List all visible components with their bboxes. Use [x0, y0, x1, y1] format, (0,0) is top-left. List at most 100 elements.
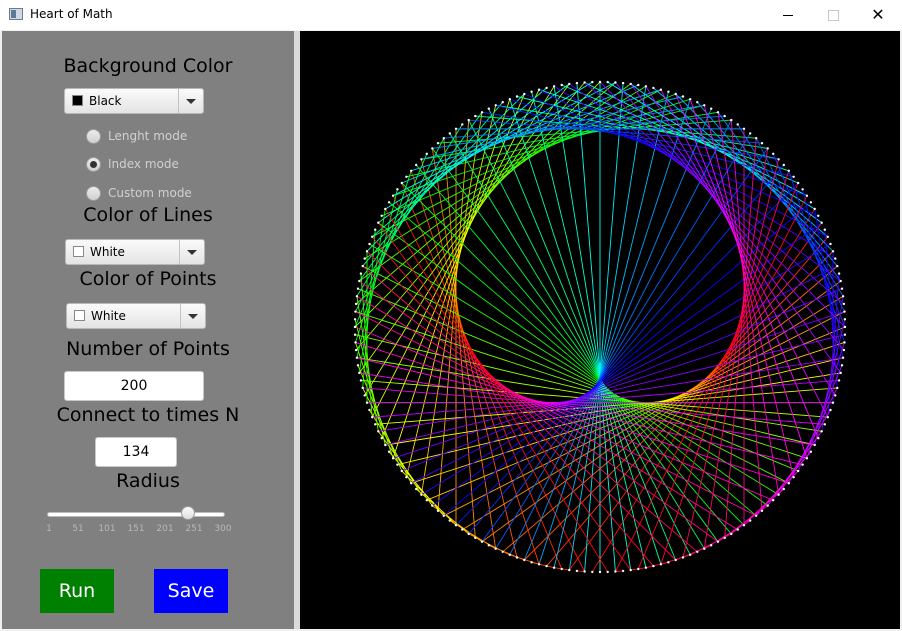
num-points-input[interactable]: 200: [64, 371, 204, 401]
circle-point: [431, 504, 434, 507]
connection-line: [388, 201, 757, 517]
circle-point: [425, 152, 428, 155]
chevron-down-icon[interactable]: [179, 240, 204, 264]
connection-line: [431, 148, 719, 542]
radio-circle[interactable]: [86, 129, 101, 144]
line-color-value: White: [90, 245, 125, 259]
run-button[interactable]: Run: [40, 569, 114, 613]
circle-point: [356, 287, 360, 290]
circle-point: [843, 341, 846, 344]
background-color-select[interactable]: Black: [64, 88, 204, 114]
circle-point: [598, 80, 602, 84]
circle-point: [689, 553, 692, 556]
circle-point: [730, 118, 733, 122]
chevron-down-icon[interactable]: [180, 304, 205, 328]
circle-point: [766, 504, 769, 507]
circle-point: [461, 123, 464, 126]
circle-point: [391, 457, 395, 460]
slider-tick-label: 151: [127, 524, 145, 534]
save-button[interactable]: Save: [154, 569, 228, 613]
circle-point: [377, 221, 380, 224]
multiplier-heading: Connect to times N: [56, 404, 240, 426]
chevron-down-icon[interactable]: [178, 89, 203, 113]
connection-line: [689, 99, 808, 459]
connection-line: [653, 87, 829, 238]
circle-point: [515, 556, 519, 559]
circle-point: [689, 98, 692, 101]
circle-point: [380, 437, 383, 440]
circle-point: [363, 257, 366, 260]
circle-point: [621, 81, 625, 85]
multiplier-input[interactable]: 134: [95, 437, 177, 467]
circle-point: [494, 104, 497, 107]
circle-point: [501, 550, 504, 553]
circle-point: [508, 553, 511, 556]
circle-point: [591, 570, 594, 574]
connection-line: [730, 120, 763, 511]
connection-line: [755, 137, 845, 312]
radio-circle[interactable]: [86, 186, 101, 201]
close-button[interactable]: ✕: [855, 0, 901, 30]
circle-point: [575, 569, 579, 573]
app-window-icon: [9, 8, 23, 20]
circle-point: [749, 132, 752, 135]
point-color-select[interactable]: White: [66, 303, 206, 329]
circle-point: [391, 194, 395, 197]
circle-point: [415, 163, 418, 167]
point-color-swatch: [74, 310, 85, 321]
circle-point: [606, 80, 609, 84]
circle-point: [787, 169, 790, 172]
connection-line: [401, 84, 639, 184]
circle-point: [652, 86, 655, 90]
connection-line: [509, 99, 662, 565]
circle-point: [696, 101, 699, 104]
slider-tick-label: 101: [98, 524, 116, 534]
circle-point: [575, 81, 579, 85]
circle-point: [843, 310, 846, 313]
circle-point: [415, 487, 418, 491]
connection-line: [392, 195, 586, 572]
circle-point: [723, 536, 726, 540]
circle-point: [400, 469, 403, 473]
circle-point: [405, 175, 408, 178]
circle-point: [530, 561, 533, 564]
circle-point: [703, 104, 706, 107]
circle-point: [820, 430, 823, 433]
radius-slider-thumb[interactable]: [181, 506, 196, 520]
background-swatch: [72, 95, 83, 106]
circle-point: [368, 408, 371, 412]
radius-slider[interactable]: [47, 512, 225, 517]
connection-line: [468, 164, 785, 535]
close-icon: ✕: [871, 5, 885, 24]
circle-point: [797, 469, 800, 473]
circle-point: [843, 325, 847, 329]
circle-point: [839, 371, 842, 375]
circle-point: [384, 443, 387, 447]
num-points-heading: Number of Points: [66, 338, 230, 360]
radio-circle[interactable]: [86, 157, 101, 172]
circle-point: [374, 423, 377, 426]
maximize-icon: [828, 10, 839, 21]
circle-point: [659, 88, 663, 91]
circle-point: [354, 310, 357, 313]
circle-point: [826, 235, 829, 238]
circle-point: [568, 568, 571, 572]
circle-point: [766, 147, 769, 150]
connection-line: [443, 201, 812, 517]
circle-point: [843, 318, 847, 321]
circle-point: [371, 416, 374, 419]
circle-point: [537, 88, 541, 91]
circle-point: [591, 80, 594, 84]
maximize-button[interactable]: [810, 0, 856, 30]
circle-point: [787, 482, 790, 485]
circle-point: [359, 379, 363, 382]
line-color-select[interactable]: White: [65, 239, 205, 265]
circle-point: [823, 228, 826, 231]
circle-point: [710, 107, 713, 110]
circle-point: [777, 493, 780, 496]
circle-point: [652, 564, 655, 568]
circle-point: [637, 567, 640, 571]
minimize-button[interactable]: [764, 0, 810, 30]
circle-point: [772, 499, 775, 502]
circle-point: [805, 194, 809, 197]
